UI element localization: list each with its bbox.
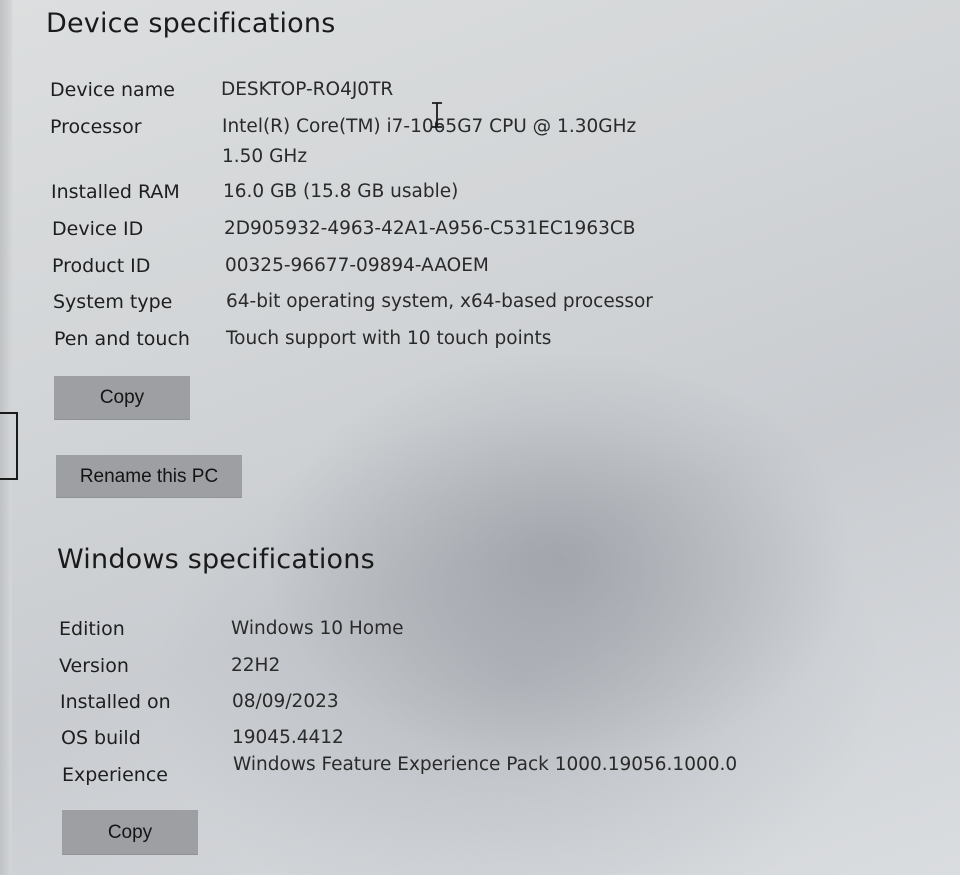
spec-value-installed-on[interactable]: 08/09/2023 <box>232 687 702 717</box>
spec-value-experience[interactable]: Windows Feature Experience Pack 1000.190… <box>233 750 753 780</box>
spec-value-os-build[interactable]: 19045.4412 <box>232 723 702 753</box>
spec-label: OS build <box>61 727 141 749</box>
device-specifications-title: Device specifications <box>46 8 336 39</box>
window-frame-mark <box>0 412 18 480</box>
spec-label: Device ID <box>52 218 144 240</box>
spec-row-system-type: System type 64-bit operating system, x64… <box>53 287 773 315</box>
spec-row-device-id: Device ID 2D905932-4963-42A1-A956-C531EC… <box>52 214 772 242</box>
text-cursor-icon <box>432 102 442 128</box>
spec-label: Experience <box>62 764 168 786</box>
spec-value-version[interactable]: 22H2 <box>231 651 701 681</box>
spec-value-device-name[interactable]: DESKTOP-RO4J0TR <box>221 75 691 105</box>
windows-specifications-title: Windows specifications <box>57 544 375 575</box>
spec-label: Edition <box>59 618 125 640</box>
spec-value-processor[interactable]: Intel(R) Core(TM) i7-1065G7 CPU @ 1.30GH… <box>222 112 682 172</box>
spec-row-processor: Processor Intel(R) Core(TM) i7-1065G7 CP… <box>50 112 770 167</box>
spec-label: System type <box>53 291 173 313</box>
spec-value-device-id[interactable]: 2D905932-4963-42A1-A956-C531EC1963CB <box>224 214 694 244</box>
spec-row-installed-on: Installed on 08/09/2023 <box>60 687 780 715</box>
spec-value-system-type[interactable]: 64-bit operating system, x64-based proce… <box>226 287 696 317</box>
spec-label: Pen and touch <box>54 328 190 350</box>
windows-specs-copy-button[interactable]: Copy <box>62 810 198 855</box>
spec-value-pen-and-touch[interactable]: Touch support with 10 touch points <box>226 324 696 354</box>
spec-row-version: Version 22H2 <box>59 651 779 679</box>
spec-row-os-build: OS build 19045.4412 <box>61 723 781 751</box>
spec-label: Version <box>59 655 129 677</box>
spec-value-product-id[interactable]: 00325-96677-09894-AAOEM <box>225 251 695 281</box>
spec-label: Installed RAM <box>51 181 180 203</box>
spec-row-installed-ram: Installed RAM 16.0 GB (15.8 GB usable) <box>51 177 771 205</box>
spec-label: Product ID <box>52 255 151 277</box>
spec-label: Processor <box>50 116 142 138</box>
spec-row-device-name: Device name DESKTOP-RO4J0TR <box>50 75 770 103</box>
device-specs-copy-button[interactable]: Copy <box>54 376 190 420</box>
spec-row-edition: Edition Windows 10 Home <box>59 614 779 642</box>
spec-row-experience: Experience Windows Feature Experience Pa… <box>62 754 782 788</box>
spec-label: Device name <box>50 79 175 101</box>
spec-label: Installed on <box>60 691 171 713</box>
spec-row-pen-and-touch: Pen and touch Touch support with 10 touc… <box>54 324 774 352</box>
spec-row-product-id: Product ID 00325-96677-09894-AAOEM <box>52 251 772 279</box>
spec-value-installed-ram[interactable]: 16.0 GB (15.8 GB usable) <box>223 177 693 207</box>
spec-value-edition[interactable]: Windows 10 Home <box>231 614 701 644</box>
rename-this-pc-button[interactable]: Rename this PC <box>56 455 242 498</box>
